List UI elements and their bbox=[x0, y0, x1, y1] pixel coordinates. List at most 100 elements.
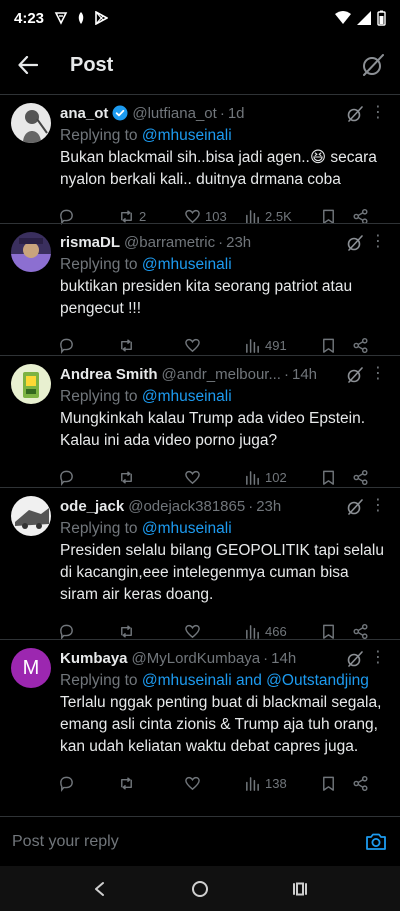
more-options-icon[interactable]: ⋮ bbox=[370, 648, 386, 668]
like-button[interactable]: 103 bbox=[184, 208, 244, 225]
views-button[interactable]: 2.5K bbox=[244, 208, 320, 225]
repost-button[interactable] bbox=[118, 469, 184, 486]
views-chart-icon bbox=[246, 776, 259, 791]
share-button[interactable] bbox=[352, 623, 382, 640]
reply-post[interactable]: rismaDL @barrametric · 23h ⋮ Replying to… bbox=[0, 223, 400, 355]
post-text: Terlalu nggak penting buat di blackmail … bbox=[60, 694, 382, 755]
share-button[interactable] bbox=[352, 469, 382, 486]
page-title: Post bbox=[70, 53, 114, 76]
share-button[interactable] bbox=[352, 337, 382, 354]
nav-home-button[interactable] bbox=[185, 874, 215, 904]
author-handle: @andr_melbour... bbox=[161, 365, 281, 383]
reply-post[interactable]: M Kumbaya @MyLordKumbaya · 14h ⋮ Replyin… bbox=[0, 639, 400, 817]
views-button[interactable]: 102 bbox=[244, 469, 320, 486]
more-options-icon[interactable]: ⋮ bbox=[370, 364, 386, 384]
repost-button[interactable] bbox=[118, 775, 184, 792]
reply-input[interactable]: Post your reply bbox=[12, 833, 119, 851]
author-name[interactable]: rismaDL bbox=[60, 234, 120, 251]
mention-link[interactable]: @mhuseinali and @Outstandjing bbox=[142, 672, 369, 689]
reply-post[interactable]: Andrea Smith @andr_melbour... · 14h ⋮ Re… bbox=[0, 355, 400, 487]
camera-icon[interactable] bbox=[364, 830, 388, 854]
repost-button[interactable] bbox=[118, 337, 184, 354]
like-button[interactable] bbox=[184, 469, 244, 486]
reply-button[interactable] bbox=[58, 208, 118, 225]
avatar-letter: M bbox=[22, 656, 40, 679]
mention-link[interactable]: @mhuseinali bbox=[142, 127, 232, 144]
reply-feed: ana_ot @lutfiana_ot · 1d ⋮ Replying to @… bbox=[0, 94, 400, 817]
reply-button[interactable] bbox=[58, 623, 118, 640]
reply-post[interactable]: ana_ot @lutfiana_ot · 1d ⋮ Replying to @… bbox=[0, 94, 400, 225]
view-count: 102 bbox=[265, 469, 287, 485]
grok-icon[interactable] bbox=[346, 650, 364, 668]
bookmark-icon bbox=[323, 470, 334, 485]
grok-icon[interactable] bbox=[346, 366, 364, 384]
grok-icon[interactable] bbox=[346, 498, 364, 516]
view-count: 466 bbox=[265, 623, 287, 639]
reply-button[interactable] bbox=[58, 775, 118, 792]
more-options-icon[interactable]: ⋮ bbox=[370, 103, 386, 123]
repost-icon bbox=[121, 470, 132, 484]
replying-to: Replying to @mhuseinali bbox=[60, 520, 232, 537]
avatar[interactable] bbox=[11, 496, 51, 536]
like-button[interactable] bbox=[184, 623, 244, 640]
heart-icon bbox=[185, 209, 200, 223]
replying-to: Replying to @mhuseinali and @Outstandjin… bbox=[60, 672, 369, 689]
nav-recents-button[interactable] bbox=[285, 874, 315, 904]
post-text: Bukan blackmail sih..bisa jadi agen..😆 s… bbox=[60, 149, 377, 188]
like-button[interactable] bbox=[184, 775, 244, 792]
avatar[interactable]: M bbox=[11, 648, 51, 688]
grok-icon[interactable] bbox=[346, 234, 364, 252]
post-time: 23h bbox=[226, 233, 252, 251]
nav-back-button[interactable] bbox=[85, 874, 115, 904]
more-options-icon[interactable]: ⋮ bbox=[370, 496, 386, 516]
bookmark-icon bbox=[323, 776, 334, 791]
verified-badge-icon bbox=[112, 105, 128, 121]
more-options-icon[interactable]: ⋮ bbox=[370, 232, 386, 252]
view-count: 491 bbox=[265, 337, 287, 353]
replying-to: Replying to @mhuseinali bbox=[60, 388, 232, 405]
vpn-shield-icon bbox=[54, 12, 68, 25]
grok-icon[interactable] bbox=[346, 105, 364, 123]
views-button[interactable]: 466 bbox=[244, 623, 320, 640]
bookmark-button[interactable] bbox=[320, 623, 352, 640]
share-button[interactable] bbox=[352, 775, 382, 792]
reply-button[interactable] bbox=[58, 469, 118, 486]
mention-link[interactable]: @mhuseinali bbox=[142, 388, 232, 405]
views-chart-icon bbox=[246, 209, 259, 224]
avatar[interactable] bbox=[11, 103, 51, 143]
bookmark-icon bbox=[323, 209, 334, 224]
back-button[interactable] bbox=[14, 51, 42, 79]
reply-composer: Post your reply bbox=[0, 816, 400, 866]
author-name[interactable]: ana_ot bbox=[60, 105, 108, 122]
bookmark-button[interactable] bbox=[320, 208, 352, 225]
views-button[interactable]: 491 bbox=[244, 337, 320, 354]
home-circle-icon bbox=[192, 880, 208, 897]
wifi-icon bbox=[335, 11, 351, 24]
page-header: Post bbox=[0, 36, 400, 94]
grok-icon[interactable] bbox=[360, 52, 386, 78]
reply-post[interactable]: ode_jack @odejack381865 · 23h ⋮ Replying… bbox=[0, 487, 400, 640]
author-handle: @odejack381865 bbox=[128, 497, 246, 515]
author-name[interactable]: ode_jack bbox=[60, 498, 124, 515]
reply-button[interactable] bbox=[58, 337, 118, 354]
avatar[interactable] bbox=[11, 232, 51, 272]
views-button[interactable]: 138 bbox=[244, 775, 320, 792]
repost-button[interactable] bbox=[118, 623, 184, 640]
bookmark-button[interactable] bbox=[320, 469, 352, 486]
repost-button[interactable]: 2 bbox=[118, 208, 184, 225]
reply-icon bbox=[60, 470, 73, 486]
like-count: 103 bbox=[205, 208, 227, 224]
bookmark-button[interactable] bbox=[320, 775, 352, 792]
status-time: 4:23 bbox=[14, 9, 45, 27]
mention-link[interactable]: @mhuseinali bbox=[142, 256, 232, 273]
author-name[interactable]: Andrea Smith bbox=[60, 366, 158, 383]
bookmark-button[interactable] bbox=[320, 337, 352, 354]
author-name[interactable]: Kumbaya bbox=[60, 650, 128, 667]
author-handle: @barrametric bbox=[124, 233, 216, 251]
avatar[interactable] bbox=[11, 364, 51, 404]
like-button[interactable] bbox=[184, 337, 244, 354]
notification-icon bbox=[78, 12, 84, 24]
mention-link[interactable]: @mhuseinali bbox=[142, 520, 232, 537]
share-button[interactable] bbox=[352, 208, 382, 225]
share-icon bbox=[353, 623, 368, 639]
